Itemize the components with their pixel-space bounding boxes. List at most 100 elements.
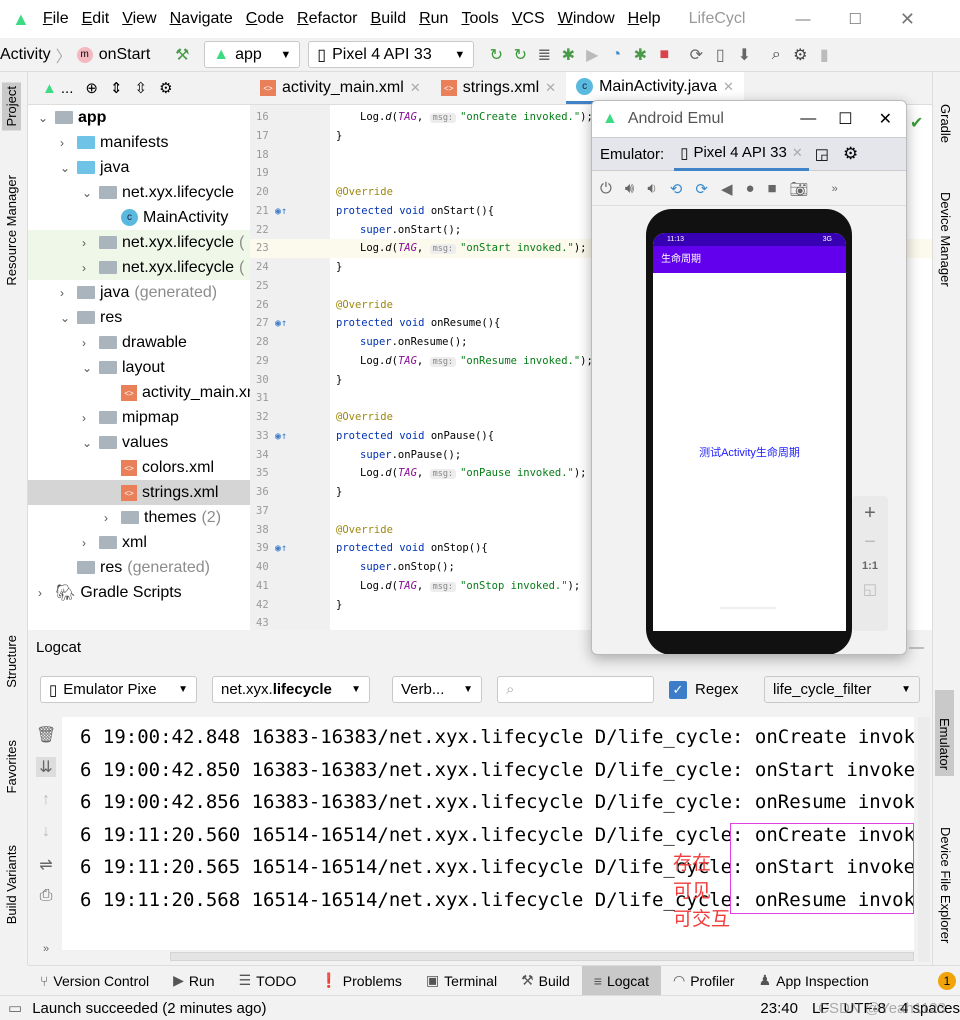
zoom-reset-button[interactable]: 1:1 (852, 560, 888, 572)
menu-refactor[interactable]: Refactor (297, 10, 357, 28)
tree-item[interactable]: › 🐘︎ Gradle Scripts (38, 580, 250, 605)
menu-vcs[interactable]: VCS (512, 10, 545, 28)
debug-icon[interactable]: ✱ (556, 45, 580, 65)
chevron-down-icon[interactable]: ⌄ (82, 186, 94, 200)
log-row[interactable]: 6 19:00:42.850 16383-16383/net.xyx.lifec… (80, 754, 914, 786)
chevron-right-icon[interactable]: › (82, 536, 94, 550)
menu-view[interactable]: View (122, 10, 156, 28)
tool-resource-manager[interactable]: Resource Manager (4, 175, 19, 286)
zoom-in-button[interactable]: + (852, 502, 888, 525)
breadcrumb-class[interactable]: Activity (0, 46, 51, 64)
chevron-right-icon[interactable]: › (82, 261, 94, 275)
menu-edit[interactable]: Edit (82, 10, 110, 28)
device-tab-pixel-4[interactable]: ▯ Pixel 4 API 33 ✕ (674, 138, 809, 171)
tool-favorites[interactable]: Favorites (4, 740, 19, 793)
locate-icon[interactable]: ⊕ (85, 79, 98, 97)
chevron-right-icon[interactable]: › (60, 136, 72, 150)
rotate-left-icon[interactable]: ⟲ (670, 180, 683, 198)
menu-help[interactable]: Help (628, 10, 661, 28)
tree-item[interactable]: <> colors.xml (104, 455, 250, 480)
tool-gradle[interactable]: Gradle (938, 104, 953, 143)
tool-problems[interactable]: ❗ Problems (308, 966, 414, 996)
close-tab-icon[interactable]: ✕ (723, 79, 734, 95)
avatar[interactable]: ▮ (812, 45, 836, 65)
log-level-select[interactable]: Verb... ▼ (392, 676, 482, 703)
tool-device-file-explorer[interactable]: Device File Explorer (938, 827, 953, 943)
log-search-input[interactable]: ⌕ (497, 676, 654, 703)
chevron-down-icon[interactable]: ⌄ (60, 161, 72, 175)
chevron-down-icon[interactable]: ⌄ (60, 311, 72, 325)
override-marker-icon[interactable]: ◉↑ (275, 539, 287, 558)
device-filter-select[interactable]: ▯ Emulator Pixe ▼ (40, 676, 197, 703)
tree-item[interactable]: › java (generated) (60, 280, 250, 305)
tool-project[interactable]: Project (2, 82, 21, 131)
attach-icon[interactable]: ▶ (580, 45, 604, 65)
chevron-down-icon[interactable]: ⌄ (82, 436, 94, 450)
attach-debugger-icon[interactable]: ✱ (628, 45, 652, 65)
tool-emulator[interactable]: Emulator (935, 690, 954, 777)
arrow-up-icon[interactable]: ↑ (36, 791, 56, 809)
power-icon[interactable]: ⏻ (600, 180, 612, 197)
tool-app-inspection[interactable]: ♟ App Inspection (747, 966, 881, 996)
tree-item[interactable]: › net.xyx.lifecycle( (82, 230, 250, 255)
scroll-to-end-icon[interactable]: ⇊ (36, 757, 56, 777)
tool-terminal[interactable]: ▣ Terminal (414, 966, 509, 996)
filter-config-select[interactable]: life_cycle_filter ▼ (764, 676, 920, 703)
menu-run[interactable]: Run (419, 10, 448, 28)
chevron-right-icon[interactable]: › (38, 586, 50, 600)
tool-run[interactable]: ▶ Run (161, 966, 226, 996)
minimize-button[interactable]: — (800, 110, 816, 128)
tree-item[interactable]: ⌄ app (38, 105, 250, 130)
menu-build[interactable]: Build (371, 10, 407, 28)
project-view-select[interactable]: ... (61, 80, 74, 97)
apply-code-changes-icon[interactable]: ↻ (508, 45, 532, 65)
rotate-right-icon[interactable]: ⟳ (695, 180, 708, 198)
phone-screen[interactable]: 11:13 3G 生命周期 测试Activity生命周期 (653, 233, 846, 631)
tree-item[interactable]: ⌄ layout (82, 355, 250, 380)
chevron-right-icon[interactable]: › (60, 286, 72, 300)
menu-window[interactable]: Window (558, 10, 615, 28)
chevron-down-icon[interactable]: ⌄ (82, 361, 94, 375)
collapse-all-icon[interactable]: ⇳ (135, 79, 148, 97)
print-icon[interactable]: ⎙ (36, 887, 56, 905)
close-tab-icon[interactable]: ✕ (410, 80, 421, 96)
tree-item[interactable]: ⌄ net.xyx.lifecycle (82, 180, 250, 205)
chevron-right-icon[interactable]: › (82, 336, 94, 350)
breadcrumb-method[interactable]: onStart (99, 46, 151, 64)
overview-icon[interactable]: ■ (768, 180, 777, 197)
override-marker-icon[interactable]: ◉↑ (275, 427, 287, 446)
stop-icon[interactable]: ■ (652, 46, 676, 64)
chevron-down-icon[interactable]: ⌄ (38, 111, 50, 125)
chevron-right-icon[interactable]: › (82, 236, 94, 250)
override-marker-icon[interactable]: ◉↑ (275, 202, 287, 221)
caret-position[interactable]: 23:40 (760, 1000, 798, 1017)
status-icon[interactable]: ▭ (8, 999, 22, 1017)
tool-todo[interactable]: ☰ TODO (227, 966, 309, 996)
tree-item[interactable]: ⌄ values (82, 430, 250, 455)
tree-item[interactable]: ⌄ java (60, 155, 250, 180)
tree-item[interactable]: ⌄ res (60, 305, 250, 330)
minimize-button[interactable]: — (795, 11, 810, 28)
list-icon[interactable]: ≣ (532, 45, 556, 65)
menu-navigate[interactable]: Navigate (170, 10, 233, 28)
sdk-manager-icon[interactable]: ⬇ (732, 45, 756, 65)
chevron-right-icon[interactable]: › (82, 411, 94, 425)
device-manager-icon[interactable]: ▯ (708, 45, 732, 65)
camera-icon[interactable]: 📷︎ (790, 180, 809, 198)
tree-item[interactable]: › net.xyx.lifecycle( (82, 255, 250, 280)
gesture-bar[interactable] (720, 607, 776, 609)
tab-strings-xml[interactable]: <> strings.xml ✕ (431, 72, 566, 104)
regex-checkbox[interactable]: ✓ (669, 681, 687, 699)
maximize-button[interactable]: ☐ (848, 10, 861, 28)
arrow-down-icon[interactable]: ↓ (36, 823, 56, 841)
close-tab-icon[interactable]: ✕ (792, 145, 803, 161)
menu-file[interactable]: File (43, 10, 69, 28)
vertical-scrollbar[interactable] (918, 717, 930, 962)
run-config-select[interactable]: ▲ app ▼ (204, 41, 301, 68)
tree-item[interactable]: › mipmap (82, 405, 250, 430)
more-icon[interactable]: » (36, 943, 56, 955)
hide-icon[interactable]: — (909, 639, 924, 656)
back-icon[interactable]: ◀ (721, 180, 733, 198)
tree-item[interactable]: <> activity_main.xml (104, 380, 250, 405)
trash-icon[interactable]: 🗑︎ (36, 725, 56, 745)
